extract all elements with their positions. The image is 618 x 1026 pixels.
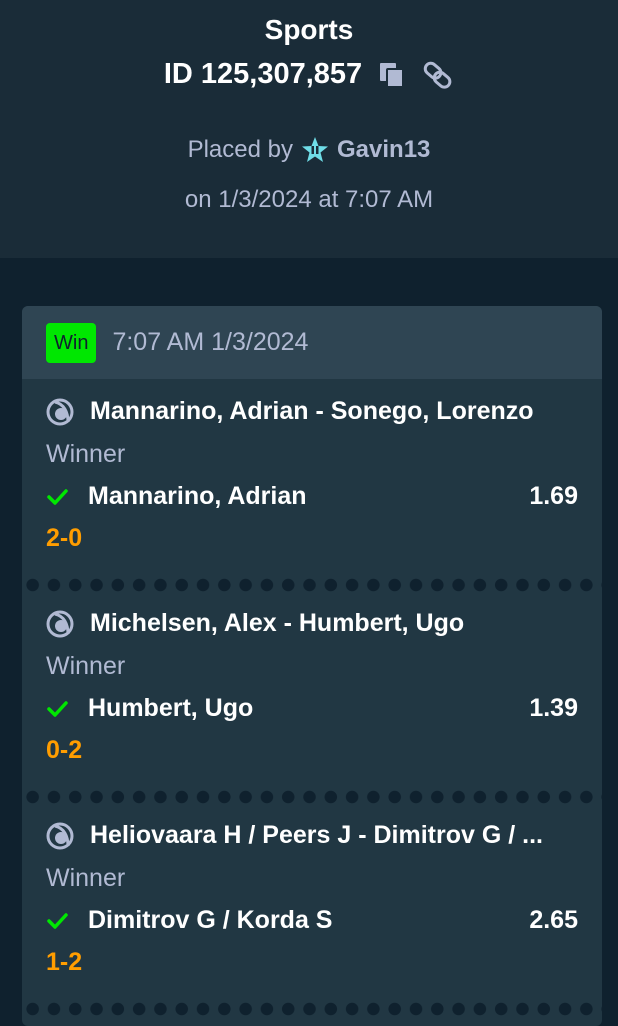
- odds-value: 1.69: [529, 482, 578, 510]
- bet-id-row: ID 125,307,857: [0, 58, 618, 91]
- bet-card-header: Win 7:07 AM 1/3/2024: [22, 306, 602, 379]
- market-label: Winner: [46, 652, 126, 680]
- score-value: 0-2: [46, 736, 83, 764]
- bet-time: 7:07 AM 1/3/2024: [112, 328, 309, 356]
- match-name: Heliovaara H / Peers J - Dimitrov G / ..…: [90, 821, 543, 849]
- match-row[interactable]: Mannarino, Adrian - Sonego, Lorenzo: [46, 397, 534, 426]
- match-row[interactable]: Michelsen, Alex - Humbert, Ugo: [46, 609, 464, 638]
- selection-row: Dimitrov G / Korda S: [46, 906, 332, 935]
- bet-leg[interactable]: Michelsen, Alex - Humbert, Ugo Winner Hu…: [22, 591, 602, 803]
- check-icon: [46, 910, 68, 932]
- selection-row: Mannarino, Adrian: [46, 482, 307, 511]
- check-icon: [46, 486, 68, 508]
- vip-star-icon: [301, 136, 329, 164]
- win-badge: Win: [46, 322, 97, 363]
- odds-value: 1.39: [529, 694, 578, 722]
- tennis-ball-icon: [46, 822, 74, 850]
- score-value: 1-2: [46, 948, 83, 976]
- tennis-ball-icon: [46, 610, 74, 638]
- odds-value: 2.65: [529, 906, 578, 934]
- bet-leg[interactable]: Heliovaara H / Peers J - Dimitrov G / ..…: [22, 803, 602, 1015]
- placed-by-row: Placed by Gavin13: [0, 136, 618, 164]
- bet-id: ID 125,307,857: [163, 58, 363, 90]
- placed-date: on 1/3/2024 at 7:07 AM: [184, 186, 434, 213]
- market-label: Winner: [46, 440, 126, 468]
- selection-name: Dimitrov G / Korda S: [88, 906, 333, 934]
- page-title: Sports: [264, 14, 354, 45]
- placed-by-label: Placed by: [187, 136, 293, 163]
- match-row[interactable]: Heliovaara H / Peers J - Dimitrov G / ..…: [46, 821, 543, 850]
- match-name: Michelsen, Alex - Humbert, Ugo: [90, 609, 465, 637]
- leg-divider: [22, 790, 602, 804]
- market-label: Winner: [46, 864, 126, 892]
- link-icon[interactable]: [422, 59, 454, 91]
- leg-divider: [22, 1002, 602, 1016]
- leg-divider: [22, 578, 602, 592]
- selection-name: Mannarino, Adrian: [88, 482, 307, 510]
- selection-row: Humbert, Ugo: [46, 694, 253, 723]
- bet-leg[interactable]: Mannarino, Adrian - Sonego, Lorenzo Winn…: [22, 379, 602, 591]
- selection-name: Humbert, Ugo: [88, 694, 254, 722]
- match-name: Mannarino, Adrian - Sonego, Lorenzo: [90, 397, 534, 425]
- check-icon: [46, 698, 68, 720]
- bet-card: Win 7:07 AM 1/3/2024 Mannarino, Adrian -…: [22, 306, 602, 1026]
- bet-header: Sports ID 125,307,857 Placed by Gavin13: [0, 0, 618, 258]
- score-value: 2-0: [46, 524, 83, 552]
- tennis-ball-icon: [46, 398, 74, 426]
- copy-icon[interactable]: [376, 59, 408, 91]
- username-link[interactable]: Gavin13: [337, 136, 430, 164]
